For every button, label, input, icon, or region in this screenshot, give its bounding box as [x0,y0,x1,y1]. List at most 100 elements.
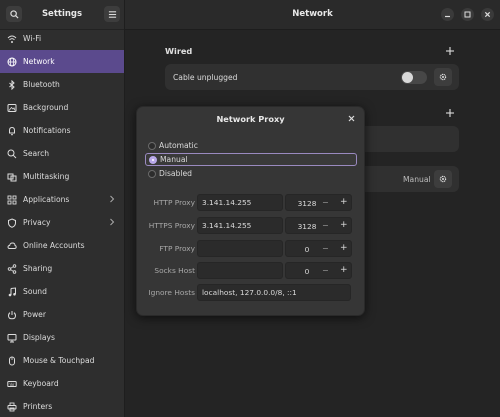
chevron-right-icon [109,195,115,205]
network-proxy-dialog: Network Proxy Automatic Manual Disabled … [136,106,365,316]
sidebar-item-label: Displays [23,333,55,342]
wired-section-title: Wired [165,46,193,56]
sidebar-item-keyboard[interactable]: Keyboard [0,372,124,395]
close-icon [484,11,491,18]
background-icon [7,103,17,113]
sidebar-item-displays[interactable]: Displays [0,326,124,349]
bell-icon [7,126,17,136]
input-value: localhost, 127.0.0.0/8, ::1 [202,288,297,297]
radio-automatic[interactable]: Automatic [145,139,357,152]
https-proxy-label: HTTPS Proxy [148,221,195,230]
hamburger-icon [108,10,116,18]
sidebar-item-label: Background [23,103,69,112]
dialog-title: Network Proxy [216,114,285,124]
radio-manual[interactable]: Manual [145,153,357,166]
proxy-settings-button[interactable] [434,170,452,188]
chevron-right-icon [109,218,115,228]
sidebar-item-label: Sharing [23,264,53,273]
http-proxy-port-stepper[interactable]: 3128 − + [285,194,352,211]
sharing-icon [7,263,17,274]
sidebar-item-sound[interactable]: Sound [0,280,124,303]
add-wired-button[interactable] [445,46,455,56]
sidebar-item-label: Search [23,149,50,158]
sidebar-item-label: Multitasking [23,172,70,181]
sidebar-item-multitasking[interactable]: Multitasking [0,165,124,188]
sidebar: Settings Wi-Fi Network Bluetooth Backgro… [0,0,125,417]
decrement-button[interactable]: − [322,198,329,207]
sidebar-item-mouse-touchpad[interactable]: Mouse & Touchpad [0,349,124,372]
sidebar-item-label: Notifications [23,126,71,135]
sidebar-item-network[interactable]: Network [0,50,124,73]
input-value: 3.141.14.255 [202,198,252,207]
minimize-icon [445,15,450,18]
radio-button[interactable] [148,141,156,150]
http-proxy-label: HTTP Proxy [153,198,195,207]
sidebar-item-printers[interactable]: Printers [0,395,124,417]
wired-connection-row: Cable unplugged [165,64,459,90]
sidebar-item-label: Network [23,57,55,66]
port-value: 0 [304,267,310,276]
wired-toggle[interactable] [401,71,427,84]
close-icon [348,115,355,122]
radio-button[interactable] [149,155,157,164]
socks-host-label: Socks Host [154,266,195,275]
sidebar-item-label: Printers [23,402,53,411]
increment-button[interactable]: + [340,265,348,275]
close-window-button[interactable] [481,8,494,21]
keyboard-icon [7,379,17,389]
ftp-proxy-host-input[interactable] [197,240,283,257]
increment-button[interactable]: + [340,220,348,230]
socks-host-input[interactable] [197,262,283,279]
sidebar-item-label: Keyboard [23,379,59,388]
https-proxy-port-stepper[interactable]: 3128 − + [285,217,352,234]
power-icon [7,310,17,320]
online-accounts-icon [7,241,17,251]
sidebar-item-label: Mouse & Touchpad [23,356,95,365]
sidebar-item-label: Wi-Fi [23,34,42,43]
sidebar-item-label: Privacy [23,218,51,227]
multitasking-icon [7,172,17,182]
add-vpn-button[interactable] [445,108,455,118]
plus-icon [446,109,454,117]
sidebar-item-search[interactable]: Search [0,142,124,165]
minimize-button[interactable] [441,8,454,21]
port-value: 0 [304,245,310,254]
decrement-button[interactable]: − [322,266,329,275]
sidebar-item-online-accounts[interactable]: Online Accounts [0,234,124,257]
http-proxy-host-input[interactable]: 3.141.14.255 [197,194,283,211]
sidebar-item-label: Sound [23,287,47,296]
radio-button[interactable] [148,169,156,178]
https-proxy-host-input[interactable]: 3.141.14.255 [197,217,283,234]
increment-button[interactable]: + [340,243,348,253]
plus-icon [446,47,454,55]
sidebar-header: Settings [0,0,124,30]
sidebar-item-background[interactable]: Background [0,96,124,119]
decrement-button[interactable]: − [322,221,329,230]
wired-settings-button[interactable] [434,68,452,86]
ignore-hosts-input[interactable]: localhost, 127.0.0.0/8, ::1 [197,284,351,301]
maximize-button[interactable] [461,8,474,21]
main-header: Network [125,0,500,30]
ftp-proxy-port-stepper[interactable]: 0 − + [285,240,352,257]
radio-disabled[interactable]: Disabled [145,167,357,180]
sidebar-item-power[interactable]: Power [0,303,124,326]
sidebar-item-notifications[interactable]: Notifications [0,119,124,142]
increment-button[interactable]: + [340,197,348,207]
input-value: 3.141.14.255 [202,221,252,230]
sidebar-item-privacy[interactable]: Privacy [0,211,124,234]
sidebar-item-applications[interactable]: Applications [0,188,124,211]
sidebar-item-label: Power [23,310,46,319]
sidebar-item-bluetooth[interactable]: Bluetooth [0,73,124,96]
decrement-button[interactable]: − [322,244,329,253]
menu-button[interactable] [104,6,120,22]
dialog-close-button[interactable] [346,113,357,124]
port-value: 3128 [297,222,317,231]
gear-icon [439,73,447,81]
sidebar-item-sharing[interactable]: Sharing [0,257,124,280]
proxy-mode-value: Manual [403,175,431,184]
sidebar-item-wifi[interactable]: Wi-Fi [0,27,124,50]
bluetooth-icon [7,79,17,90]
sidebar-item-label: Bluetooth [23,80,60,89]
sidebar-item-label: Applications [23,195,70,204]
socks-port-stepper[interactable]: 0 − + [285,262,352,279]
